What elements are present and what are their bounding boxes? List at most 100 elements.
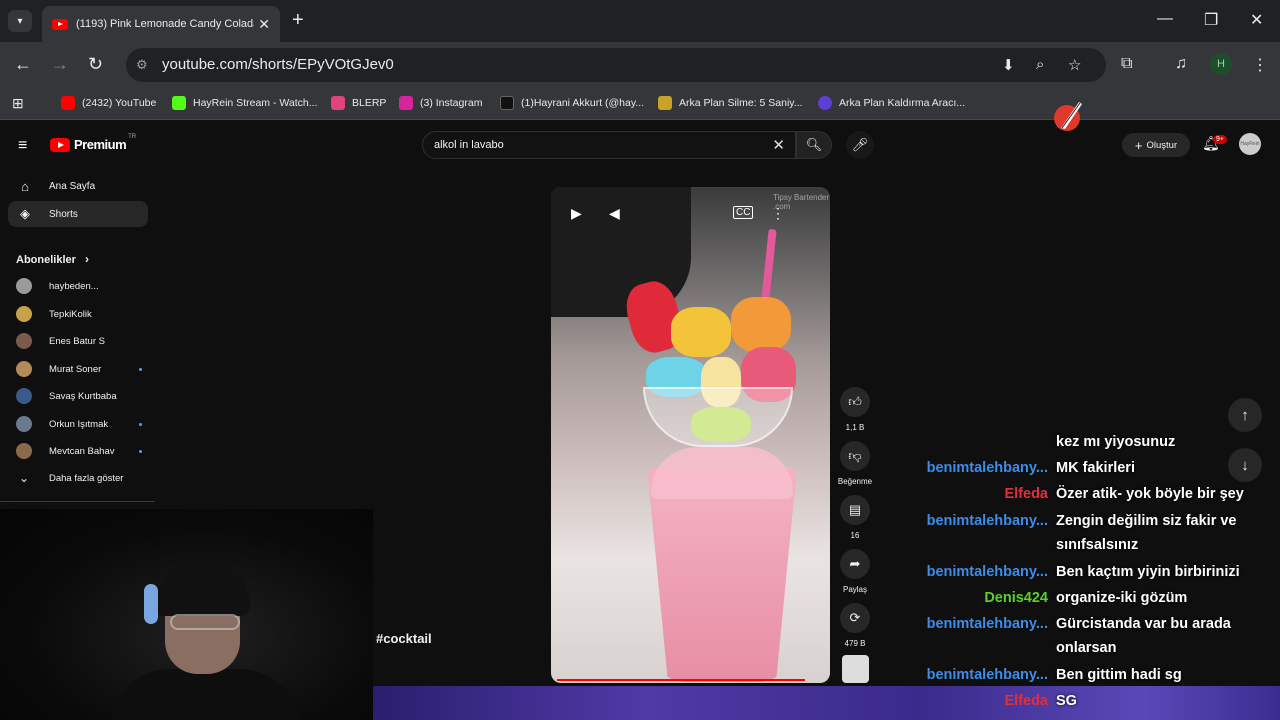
- close-window-button[interactable]: ✕: [1250, 10, 1263, 30]
- search-input[interactable]: alkol in lavabo ✕: [422, 131, 796, 159]
- apps-grid-icon[interactable]: ⊞: [12, 95, 24, 112]
- video-hashtag[interactable]: #cocktail: [376, 631, 432, 646]
- address-bar[interactable]: ⚙ youtube.com/shorts/EPyVOtGJev0 ⬇ ⌕ ☆: [126, 48, 1106, 82]
- reload-icon[interactable]: ↻: [88, 54, 103, 75]
- sidebar-subscription-item[interactable]: haybeden...: [16, 278, 142, 294]
- channel-thumbnail[interactable]: [842, 655, 869, 683]
- channel-name: Mevtcan Bahav: [49, 445, 115, 457]
- next-short-button[interactable]: ↓: [1228, 448, 1262, 482]
- channel-avatar: [16, 306, 32, 322]
- back-arrow-icon[interactable]: ←: [14, 54, 32, 75]
- bookmarks-bar: ⊞ (2432) YouTube HayRein Stream - Watch.…: [0, 88, 1280, 120]
- subscriptions-header[interactable]: Abonelikler ›: [16, 252, 89, 266]
- sidebar-subscription-item[interactable]: Orkun Işıtmak: [16, 416, 142, 432]
- sidebar-subscription-item[interactable]: Enes Batur S: [16, 333, 142, 349]
- previous-short-button[interactable]: ↑: [1228, 398, 1262, 432]
- stream-pen-logo-icon: [1054, 102, 1082, 131]
- url-text: youtube.com/shorts/EPyVOtGJev0: [162, 56, 394, 73]
- sidebar-subscription-item[interactable]: Murat Soner: [16, 361, 142, 377]
- hamburger-menu-icon[interactable]: ≡: [18, 137, 27, 155]
- bookmark-star-icon[interactable]: ☆: [1068, 56, 1081, 74]
- person-body-shape: [110, 669, 300, 720]
- channel-name: Savaş Kurtbaba: [49, 390, 117, 402]
- minimize-button[interactable]: —: [1157, 10, 1173, 28]
- maximize-button[interactable]: ❐: [1204, 10, 1218, 30]
- new-tab-button[interactable]: +: [292, 9, 304, 32]
- show-more-button[interactable]: ⌄ Daha fazla göster: [16, 471, 142, 485]
- volume-icon[interactable]: ◀︎: [609, 205, 620, 222]
- sidebar-subscription-item[interactable]: Savaş Kurtbaba: [16, 388, 142, 404]
- thumbs-down-icon: 👎︎: [840, 441, 870, 471]
- dislike-button[interactable]: 👎︎ Beğenme: [838, 441, 872, 486]
- bookmark-label: Arka Plan Silme: 5 Saniy...: [679, 97, 803, 109]
- like-button[interactable]: 👍︎ 1,1 B: [838, 387, 872, 432]
- profile-avatar[interactable]: H: [1210, 53, 1232, 75]
- sidebar-item-home[interactable]: ⌂ Ana Sayfa: [8, 173, 148, 199]
- subscriptions-label: Abonelikler: [16, 254, 76, 266]
- chat-username: benimtalehbany...: [926, 616, 1048, 632]
- install-app-icon[interactable]: ⬇: [1002, 56, 1015, 74]
- channel-avatar: [16, 443, 32, 459]
- shorts-icon: ◈: [20, 206, 30, 221]
- voice-search-button[interactable]: 🎤︎: [846, 131, 874, 159]
- tiktok-icon: [500, 96, 514, 110]
- chat-username: benimtalehbany...: [926, 460, 1048, 476]
- logo-text: Premium: [74, 137, 127, 152]
- channel-name: TepkiKolik: [49, 308, 92, 320]
- zoom-icon[interactable]: ⌕: [1036, 56, 1044, 73]
- browser-tab-active[interactable]: (1193) Pink Lemonade Candy Colada ✕: [42, 6, 280, 42]
- tab-search-button[interactable]: ▾: [8, 10, 32, 32]
- comment-count: 16: [850, 531, 860, 540]
- cup-lid-shape: [651, 447, 793, 499]
- comments-button[interactable]: ▤ 16: [838, 495, 872, 540]
- glass-bowl-shape: [643, 387, 793, 447]
- media-control-icon[interactable]: ♫: [1175, 55, 1187, 73]
- youtube-premium-logo[interactable]: Premium TR: [50, 134, 136, 152]
- bookmark-item[interactable]: (1)Hayrani Akkurt (@hay...: [500, 96, 644, 110]
- sidebar-subscription-item[interactable]: Mevtcan Bahav: [16, 443, 142, 459]
- bookmark-item[interactable]: HayRein Stream - Watch...: [172, 96, 317, 110]
- create-button[interactable]: + Oluştur: [1122, 133, 1190, 157]
- person-hair-shape: [155, 561, 250, 616]
- new-content-dot: [139, 449, 142, 453]
- remove-bg-icon: [818, 96, 832, 110]
- image-tool-icon: [658, 96, 672, 110]
- chat-username: benimtalehbany...: [926, 513, 1048, 529]
- chat-username: Elfeda: [1004, 693, 1048, 709]
- short-video-player[interactable]: ▶ ◀︎ CC ⋮ Tipsy Bartender .com: [551, 187, 830, 683]
- bookmark-item[interactable]: Arka Plan Kaldırma Aracı...: [818, 96, 965, 110]
- bookmark-item[interactable]: (3) Instagram: [399, 96, 482, 110]
- share-button[interactable]: ➦ Paylaş: [838, 549, 872, 594]
- remix-button[interactable]: ⟳ 479 B: [838, 603, 872, 648]
- search-button[interactable]: 🔍︎: [796, 131, 832, 159]
- play-icon[interactable]: ▶: [571, 205, 582, 222]
- sidebar-subscription-item[interactable]: TepkiKolik: [16, 306, 142, 322]
- account-avatar[interactable]: HayRein: [1239, 133, 1261, 155]
- chat-message: Ben gittim hadi sg: [1056, 667, 1182, 683]
- forward-arrow-icon[interactable]: →: [51, 54, 69, 75]
- bookmark-item[interactable]: (2432) YouTube: [61, 96, 156, 110]
- search-icon: 🔍︎: [805, 137, 823, 152]
- video-progress-bar[interactable]: [557, 679, 805, 681]
- channel-name: Enes Batur S: [49, 335, 105, 347]
- tab-close-icon[interactable]: ✕: [258, 16, 270, 33]
- menu-dots-icon[interactable]: ⋮: [1252, 55, 1268, 75]
- clear-search-icon[interactable]: ✕: [772, 136, 785, 154]
- channel-name: Murat Soner: [49, 363, 102, 375]
- channel-avatar: [16, 416, 32, 432]
- chat-message: MK fakirleri: [1056, 460, 1135, 476]
- video-watermark: Tipsy Bartender .com: [773, 193, 830, 211]
- bookmark-label: HayRein Stream - Watch...: [193, 97, 318, 109]
- channel-avatar: [16, 388, 32, 404]
- bookmark-item[interactable]: Arka Plan Silme: 5 Saniy...: [658, 96, 803, 110]
- chat-username: Denis424: [984, 590, 1048, 606]
- site-info-icon[interactable]: ⚙: [136, 57, 148, 73]
- show-more-label: Daha fazla göster: [49, 472, 124, 484]
- bookmark-item[interactable]: BLERP: [331, 96, 386, 110]
- sidebar-item-shorts[interactable]: ◈ Shorts: [8, 201, 148, 227]
- captions-icon[interactable]: CC: [733, 206, 754, 219]
- kick-icon: [172, 96, 186, 110]
- instagram-icon: [399, 96, 413, 110]
- channel-avatar: [16, 278, 32, 294]
- extensions-icon[interactable]: ⧉: [1121, 55, 1132, 73]
